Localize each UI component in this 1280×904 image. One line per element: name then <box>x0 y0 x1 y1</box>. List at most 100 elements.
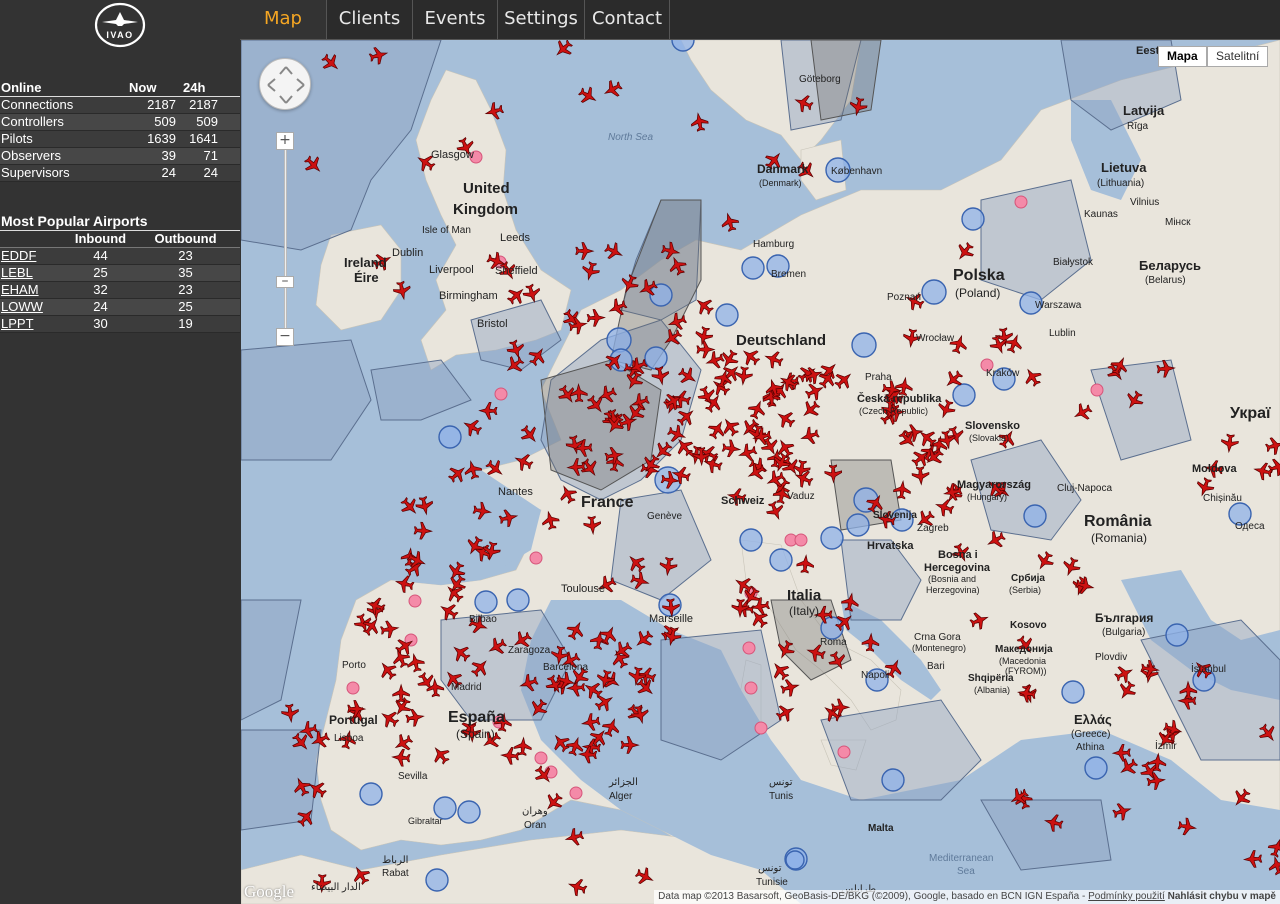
inbound-header: Inbound <box>70 230 130 248</box>
report-error-link[interactable]: Nahlásit chybu v mapě <box>1168 891 1276 902</box>
map-label: Latvija <box>1123 103 1165 118</box>
stats-row-controllers: Controllers 509 509 <box>0 113 240 131</box>
map-label: (Serbia) <box>1009 585 1041 595</box>
map-label: (Denmark) <box>759 178 802 188</box>
map-label: (Romania) <box>1091 531 1147 545</box>
map-label: Bilbao <box>469 614 497 625</box>
zoom-handle-grip-icon: – <box>281 273 289 289</box>
aircraft-icon[interactable] <box>281 703 300 724</box>
airport-row: LPPT 30 19 <box>0 315 240 333</box>
map-label: İzmir <box>1155 739 1177 752</box>
pan-arrows-icon <box>267 66 305 104</box>
aircraft-icon[interactable] <box>719 211 740 232</box>
map-label: Porto <box>342 660 366 671</box>
tab-map[interactable]: Map <box>240 0 327 39</box>
map-label: Praha <box>865 372 892 383</box>
stats-label: Connections <box>0 96 128 114</box>
tab-contact[interactable]: Contact <box>585 0 670 39</box>
tab-clients[interactable]: Clients <box>327 0 413 39</box>
tab-settings[interactable]: Settings <box>498 0 585 39</box>
map-label: Białystok <box>1053 257 1094 268</box>
aircraft-icon[interactable] <box>580 261 601 282</box>
map-label: Slovenija <box>873 510 917 521</box>
map-label: (Montenegro) <box>912 643 966 653</box>
aircraft-icon[interactable] <box>603 240 626 263</box>
map-label: Oran <box>524 820 546 831</box>
airport-inbound: 44 <box>70 247 130 265</box>
airport-outbound: 25 <box>130 298 240 316</box>
map-label: Мінск <box>1165 217 1191 228</box>
map-label: Vilnius <box>1130 197 1159 208</box>
stats-label: Pilots <box>0 130 128 148</box>
map-label: Sevilla <box>398 771 428 782</box>
stats-now: 24 <box>128 164 182 182</box>
stats-now: 1639 <box>128 130 182 148</box>
zoom-in-button[interactable]: + <box>276 132 294 150</box>
aircraft-icon[interactable] <box>690 112 710 132</box>
map-label: (Spain) <box>456 727 495 741</box>
map-base: North Sea United Kingdom Ireland Éire Du… <box>241 40 1280 904</box>
aircraft-icon[interactable] <box>478 402 498 420</box>
aircraft-icon[interactable] <box>518 422 542 446</box>
airport-link-eddf[interactable]: EDDF <box>1 248 36 263</box>
aircraft-icon[interactable] <box>461 416 484 439</box>
map-label: (Belarus) <box>1145 275 1186 286</box>
map-label: Tunis <box>769 791 793 802</box>
aircraft-icon[interactable] <box>576 84 600 107</box>
satellite-type-button[interactable]: Satelitní <box>1207 46 1269 67</box>
map-label: Italia <box>787 587 822 604</box>
stats-now: 2187 <box>128 96 182 114</box>
stats-row-supervisors: Supervisors 24 24 <box>0 164 240 182</box>
map-label: Dublin <box>392 247 423 259</box>
outbound-header: Outbound <box>130 230 240 248</box>
map-label: Kingdom <box>453 201 518 218</box>
airport-outbound: 23 <box>130 281 240 299</box>
map-label: İstanbul <box>1191 662 1226 675</box>
pan-control[interactable] <box>259 58 311 110</box>
aircraft-icon[interactable] <box>575 242 595 260</box>
zoom-slider-track[interactable] <box>284 142 287 338</box>
map-label: Lisboa <box>334 733 364 744</box>
map-canvas[interactable]: North Sea United Kingdom Ireland Éire Du… <box>241 40 1280 904</box>
map-label: Göteborg <box>799 74 841 85</box>
ivao-logo[interactable]: IVAO <box>94 2 146 48</box>
google-logo[interactable]: Google <box>244 882 294 902</box>
map-label: Napoli <box>861 670 889 681</box>
stats-now: 509 <box>128 113 182 131</box>
logo-text: IVAO <box>106 30 133 40</box>
map-label: Lietuva <box>1101 160 1147 175</box>
map-label: Crna Gora <box>914 632 961 643</box>
airport-link-lebl[interactable]: LEBL <box>1 265 33 280</box>
stats-label: Controllers <box>0 113 128 131</box>
zoom-slider-handle[interactable]: – <box>276 273 294 289</box>
stats-day: 509 <box>182 113 240 131</box>
aircraft-icon[interactable] <box>551 40 575 61</box>
map-label: (Slovakia) <box>969 433 1009 443</box>
airport-row: EHAM 32 23 <box>0 281 240 299</box>
map-label: (Macedonia <box>999 656 1046 666</box>
airport-link-loww[interactable]: LOWW <box>1 299 43 314</box>
top-navigation: Map Clients Events Settings Contact <box>240 0 1280 40</box>
map-label: Danmark <box>757 162 809 176</box>
map-label: Herzegovina) <box>926 585 980 595</box>
map-type-button[interactable]: Mapa <box>1158 46 1207 67</box>
map-label: (Albania) <box>974 685 1010 695</box>
map-label: Bremen <box>771 269 806 280</box>
map-label: Portugal <box>329 713 378 727</box>
aircraft-icon[interactable] <box>601 78 624 101</box>
map-label: Schweiz <box>721 495 765 507</box>
tab-events[interactable]: Events <box>413 0 498 39</box>
terms-link[interactable]: Podmínky použití <box>1088 891 1165 902</box>
airport-link-lppt[interactable]: LPPT <box>1 316 34 331</box>
map-label: Македонија <box>995 644 1053 655</box>
zoom-out-button[interactable]: − <box>276 328 294 346</box>
map-label: Hamburg <box>753 239 794 250</box>
map-label: Sea <box>957 866 975 877</box>
map-label: Bristol <box>477 318 508 330</box>
airport-link-eham[interactable]: EHAM <box>1 282 39 297</box>
attribution-text: Data map ©2013 Basarsoft, GeoBasis-DE/BK… <box>658 891 1089 902</box>
airport-row: EDDF 44 23 <box>0 247 240 265</box>
map-label: Ελλάς <box>1074 712 1112 727</box>
map-label: Vaduz <box>787 491 815 502</box>
map-label: Slovensko <box>965 420 1020 432</box>
